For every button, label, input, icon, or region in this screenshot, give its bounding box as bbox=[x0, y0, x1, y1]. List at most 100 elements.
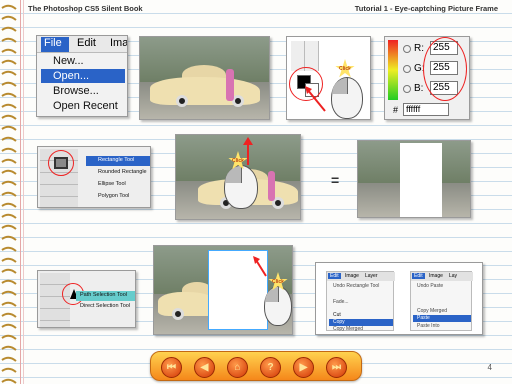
margin-line-secondary bbox=[23, 0, 24, 384]
color-spectrum bbox=[388, 40, 398, 100]
home-button[interactable]: ⌂ bbox=[227, 357, 248, 378]
label-b: B: bbox=[414, 83, 424, 94]
binding-ring bbox=[1, 26, 17, 32]
book-title: The Photoshop CS5 Silent Book bbox=[28, 4, 143, 13]
menu-item-open-recent[interactable]: Open Recent bbox=[53, 100, 118, 112]
binding-ring bbox=[1, 125, 17, 131]
page-number: 4 bbox=[487, 363, 492, 372]
radio-r[interactable] bbox=[403, 45, 411, 53]
menu-item-paste[interactable]: Paste bbox=[417, 315, 430, 321]
spiral-binding bbox=[1, 4, 17, 384]
previous-page-button[interactable]: ◀ bbox=[194, 357, 215, 378]
radio-g[interactable] bbox=[403, 65, 411, 73]
binding-ring bbox=[1, 4, 17, 10]
path-tool-panel: Path Selection Tool Direct Selection Too… bbox=[37, 270, 136, 328]
car-photo-2: Click bbox=[175, 134, 301, 220]
menu-edit[interactable]: Edit bbox=[328, 273, 341, 279]
binding-ring bbox=[1, 334, 17, 340]
flyout-polygon-tool[interactable]: Polygon Tool bbox=[98, 193, 129, 199]
menu-layer[interactable]: Layer bbox=[365, 273, 378, 279]
binding-ring bbox=[1, 367, 17, 373]
menu-item-copy[interactable]: Copy bbox=[333, 319, 345, 325]
binding-ring bbox=[1, 235, 17, 241]
menu-item-fade[interactable]: Fade... bbox=[333, 299, 349, 305]
menu-item-new[interactable]: New... bbox=[53, 55, 84, 67]
hex-input[interactable]: ffffff bbox=[403, 103, 449, 116]
binding-ring bbox=[1, 103, 17, 109]
margin-line bbox=[20, 0, 21, 384]
binding-ring bbox=[1, 378, 17, 384]
result-photo bbox=[357, 140, 471, 218]
binding-ring bbox=[1, 114, 17, 120]
white-rectangle bbox=[400, 143, 442, 217]
binding-ring bbox=[1, 81, 17, 87]
menu-layer[interactable]: Lay bbox=[449, 273, 457, 279]
flyout-rounded-rectangle[interactable]: Rounded Rectangle bbox=[98, 169, 147, 175]
menu-image[interactable]: Image bbox=[429, 273, 443, 279]
mouse-icon bbox=[264, 286, 292, 326]
binding-ring bbox=[1, 301, 17, 307]
rgb-highlight bbox=[423, 37, 467, 101]
tool-highlight bbox=[48, 150, 74, 176]
menu-bar: File Edit Ima bbox=[37, 36, 127, 53]
first-page-button[interactable]: ⏮ bbox=[161, 357, 182, 378]
binding-ring bbox=[1, 48, 17, 54]
binding-ring bbox=[1, 169, 17, 175]
radio-b[interactable] bbox=[403, 85, 411, 93]
menu-item-copy-merged[interactable]: Copy Merged bbox=[333, 326, 363, 332]
menu-item-cut[interactable]: Cut bbox=[333, 312, 341, 318]
binding-ring bbox=[1, 356, 17, 362]
page: The Photoshop CS5 Silent Book Tutorial 1… bbox=[0, 0, 512, 384]
flyout-path-selection[interactable]: Path Selection Tool bbox=[80, 292, 127, 298]
flyout-ellipse-tool[interactable]: Ellipse Tool bbox=[98, 181, 126, 187]
binding-ring bbox=[1, 213, 17, 219]
binding-ring bbox=[1, 37, 17, 43]
binding-ring bbox=[1, 312, 17, 318]
binding-ring bbox=[1, 246, 17, 252]
next-page-button[interactable]: ▶ bbox=[293, 357, 314, 378]
red-arrow-icon bbox=[253, 256, 267, 277]
mouse-icon bbox=[331, 77, 363, 119]
flyout-direct-selection[interactable]: Direct Selection Tool bbox=[80, 303, 130, 309]
binding-ring bbox=[1, 92, 17, 98]
menu-image[interactable]: Image bbox=[345, 273, 359, 279]
menu-bar-1: Edit Image Layer bbox=[327, 272, 395, 281]
binding-ring bbox=[1, 224, 17, 230]
last-page-button[interactable]: ⏭ bbox=[326, 357, 347, 378]
binding-ring bbox=[1, 136, 17, 142]
binding-ring bbox=[1, 323, 17, 329]
color-picker-panel: R: 255 G: 255 B: 255 # ffffff bbox=[384, 36, 470, 120]
binding-ring bbox=[1, 290, 17, 296]
binding-ring bbox=[1, 70, 17, 76]
hex-label: # bbox=[393, 105, 399, 115]
menu-item-undo[interactable]: Undo Rectangle Tool bbox=[333, 283, 379, 289]
binding-ring bbox=[1, 257, 17, 263]
navigation-bar: ⏮ ◀ ⌂ ? ▶ ⏭ bbox=[150, 351, 362, 381]
menu-edit[interactable]: Edit bbox=[412, 273, 425, 279]
binding-ring bbox=[1, 15, 17, 21]
mouse-icon bbox=[224, 165, 258, 209]
edit-menu-2: Edit Image Lay Undo Paste Copy Merged Pa… bbox=[410, 271, 473, 331]
menu-item-copy-merged[interactable]: Copy Merged bbox=[417, 308, 447, 314]
binding-ring bbox=[1, 191, 17, 197]
menu-item-browse[interactable]: Browse... bbox=[53, 85, 99, 97]
menu-file[interactable]: File bbox=[41, 37, 69, 52]
red-arrow-icon bbox=[305, 86, 326, 112]
flyout-rectangle-tool[interactable]: Rectangle Tool bbox=[98, 157, 134, 163]
menu-item-paste-into[interactable]: Paste Into bbox=[417, 323, 440, 329]
shape-tool-panel: Rectangle Tool Rounded Rectangle Ellipse… bbox=[37, 146, 151, 208]
binding-ring bbox=[1, 147, 17, 153]
edit-menus-panel: Edit Image Layer Undo Rectangle Tool Fad… bbox=[315, 262, 483, 335]
help-button[interactable]: ? bbox=[260, 357, 281, 378]
menu-item-undo-paste[interactable]: Undo Paste bbox=[417, 283, 443, 289]
menu-item-open[interactable]: Open... bbox=[53, 70, 89, 82]
binding-ring bbox=[1, 279, 17, 285]
binding-ring bbox=[1, 202, 17, 208]
edit-menu-1: Edit Image Layer Undo Rectangle Tool Fad… bbox=[326, 271, 395, 332]
file-menu-panel: File Edit Ima New... Open... Browse... O… bbox=[36, 35, 128, 117]
car-photo-1 bbox=[139, 36, 270, 120]
menu-edit[interactable]: Edit bbox=[77, 37, 96, 49]
toolbox-panel: Click bbox=[286, 36, 371, 120]
car-photo-3: Click bbox=[153, 245, 293, 335]
menu-image[interactable]: Ima bbox=[110, 37, 127, 49]
